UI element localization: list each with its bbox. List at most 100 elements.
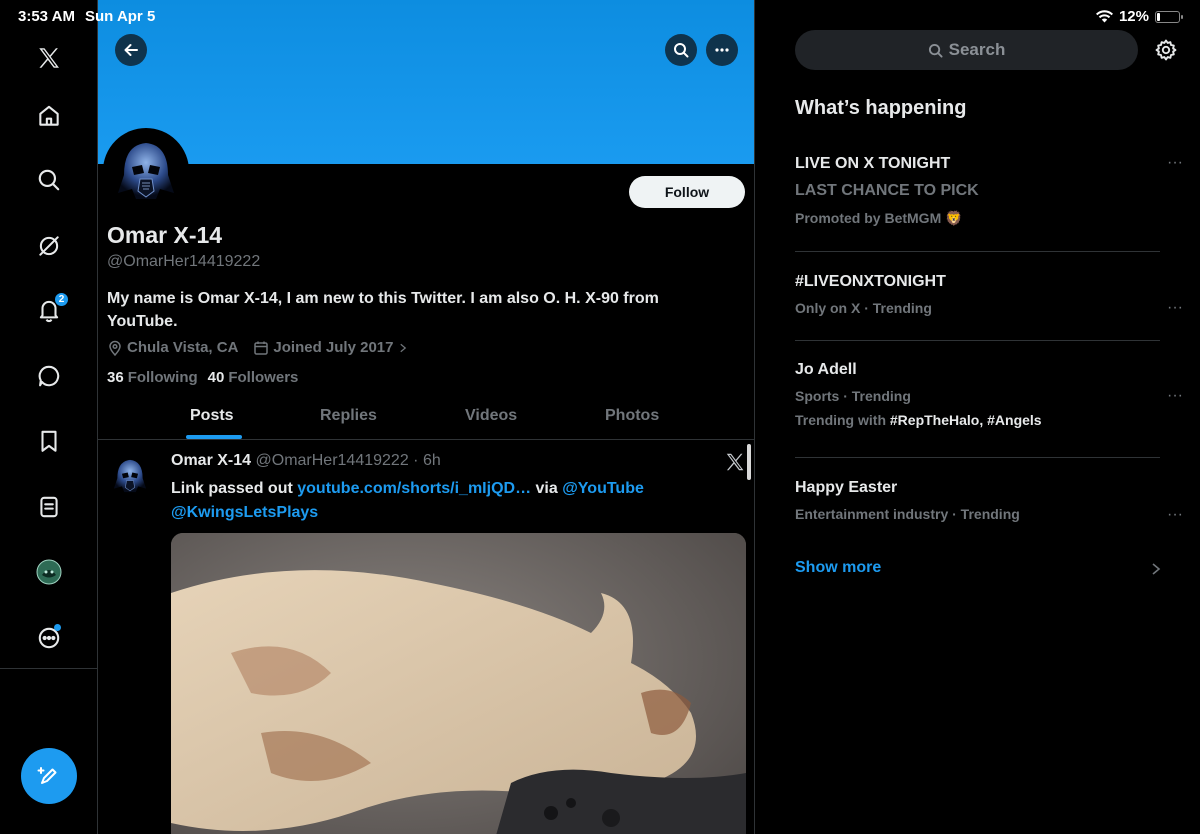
back-arrow-icon	[124, 44, 138, 56]
active-tab-indicator	[186, 435, 242, 439]
gear-icon[interactable]	[1154, 38, 1178, 62]
lists-icon[interactable]	[29, 487, 69, 527]
whats-happening-title: What’s happening	[795, 97, 967, 119]
profile-location: Chula Vista, CA	[107, 339, 238, 356]
post-item[interactable]: Omar X-14 @OmarHer14419222 · 6h Link pas…	[98, 441, 754, 834]
darth-vader-avatar-icon	[107, 453, 153, 499]
post-media[interactable]	[171, 533, 746, 834]
more-dot	[54, 624, 61, 631]
ellipsis-icon	[715, 48, 729, 52]
trend-item[interactable]: #LIVEONXTONIGHT Only on X · Trending	[795, 273, 1160, 316]
battery-level	[1157, 12, 1160, 21]
trend-divider	[795, 457, 1160, 458]
trend-related-tags[interactable]: #RepTheHalo, #Angels	[890, 412, 1042, 428]
post-avatar[interactable]	[107, 453, 153, 499]
darth-vader-avatar-icon	[106, 131, 186, 211]
right-sidebar: Search What’s happening LIVE ON X TONIGH…	[756, 0, 1200, 834]
status-right: 12%	[1095, 8, 1183, 25]
trend-divider	[795, 251, 1160, 252]
wifi-icon	[1095, 10, 1113, 23]
profile-search-button[interactable]	[665, 34, 697, 66]
notifications-icon[interactable]: 2	[29, 290, 69, 330]
post-author-name[interactable]: Omar X-14	[171, 452, 251, 469]
profile-joined[interactable]: Joined July 2017	[253, 339, 413, 356]
post-image	[171, 533, 746, 834]
search-input[interactable]: Search	[795, 30, 1138, 70]
home-icon[interactable]	[29, 96, 69, 136]
following-count: 36	[107, 369, 124, 386]
x-logo-icon[interactable]	[29, 38, 69, 78]
profile-counts: 36 Following 40 Followers	[107, 369, 298, 386]
location-text: Chula Vista, CA	[127, 339, 239, 356]
trend-more-icon[interactable]: ···	[1166, 155, 1184, 176]
battery-icon	[1155, 10, 1183, 23]
search-icon	[674, 43, 689, 58]
profile-more-button[interactable]	[706, 34, 738, 66]
trend-item[interactable]: LIVE ON X TONIGHT LAST CHANCE TO PICK Pr…	[795, 155, 1160, 227]
mention-kwings[interactable]: @KwingsLetsPlays	[171, 504, 318, 521]
followers-count: 40	[207, 369, 225, 386]
profile-display-name: Omar X-14	[107, 222, 223, 248]
post-text-mid: via	[531, 480, 563, 497]
trend-item[interactable]: Jo Adell Sports · Trending Trending with…	[795, 361, 1160, 428]
trend-context: Entertainment industry · Trending	[795, 506, 1020, 522]
explore-icon[interactable]	[29, 160, 69, 200]
location-pin-icon	[109, 340, 121, 356]
profile-bio: My name is Omar X-14, I am new to this T…	[107, 290, 659, 330]
bookmarks-icon[interactable]	[29, 421, 69, 461]
followers-link[interactable]: 40 Followers	[208, 369, 299, 386]
post-author-handle[interactable]: @OmarHer14419222	[256, 452, 409, 469]
joined-text: Joined July 2017	[273, 339, 394, 356]
post-text-prefix: Link passed out	[171, 480, 298, 497]
trend-context: Only on X · Trending	[795, 300, 932, 316]
followers-label: Followers	[228, 369, 299, 386]
trend-promoted: Promoted by BetMGM 🦁	[795, 210, 963, 226]
back-button[interactable]	[115, 34, 147, 66]
scrollbar[interactable]	[747, 444, 751, 480]
trend-title: Happy Easter	[795, 479, 898, 496]
more-icon[interactable]	[29, 618, 69, 658]
following-link[interactable]: 36 Following	[107, 369, 198, 386]
trend-title: LIVE ON X TONIGHT	[795, 155, 951, 172]
profile-avatar[interactable]	[103, 128, 189, 214]
compose-icon	[37, 767, 57, 784]
follow-button[interactable]: Follow	[629, 176, 745, 208]
trend-related: Trending with #RepTheHalo, #Angels	[795, 412, 1160, 428]
post-time[interactable]: 6h	[423, 452, 441, 469]
trend-context: Sports · Trending	[795, 388, 911, 404]
trend-item[interactable]: Happy Easter Entertainment industry · Tr…	[795, 479, 1160, 522]
trend-more-icon[interactable]: ···	[1166, 388, 1184, 409]
trend-related-prefix: Trending with	[795, 412, 890, 428]
tab-replies[interactable]: Replies	[320, 407, 377, 425]
compose-button[interactable]	[21, 748, 77, 804]
trend-divider	[795, 340, 1160, 341]
trend-more-icon[interactable]: ···	[1166, 300, 1184, 321]
calendar-icon	[254, 341, 269, 355]
profile-handle: @OmarHer14419222	[107, 253, 261, 270]
show-more-link[interactable]: Show more	[795, 559, 881, 577]
battery-percent: 12%	[1118, 8, 1149, 25]
nav-divider	[0, 668, 98, 669]
search-placeholder: Search	[948, 40, 1006, 59]
mention-youtube[interactable]: @YouTube	[562, 480, 644, 497]
messages-icon[interactable]	[29, 356, 69, 396]
status-bar: 3:53 AM Sun Apr 5 12%	[0, 0, 1200, 34]
chevron-right-icon	[400, 343, 407, 352]
post-header: Omar X-14 @OmarHer14419222 · 6h	[171, 452, 441, 470]
trend-title: Jo Adell	[795, 361, 857, 378]
trend-more-icon[interactable]: ···	[1166, 507, 1184, 528]
tab-videos[interactable]: Videos	[465, 407, 517, 425]
search-icon	[928, 43, 943, 58]
tab-posts[interactable]: Posts	[190, 407, 234, 425]
chevron-right-icon[interactable]	[1150, 561, 1162, 577]
post-link[interactable]: youtube.com/shorts/i_mIjQD…	[297, 480, 531, 497]
post-sep: ·	[413, 452, 419, 469]
profile-avatar-icon[interactable]	[29, 552, 69, 592]
tab-photos[interactable]: Photos	[605, 407, 659, 425]
left-nav: 2	[0, 0, 98, 834]
notifications-badge: 2	[54, 292, 69, 307]
profile-column: Follow Omar X-14 @OmarHer14419222 My nam…	[98, 0, 755, 834]
profile-tabs: Posts Replies Videos Photos	[98, 395, 754, 440]
grok-icon[interactable]	[29, 226, 69, 266]
x-logo-icon	[726, 453, 744, 471]
